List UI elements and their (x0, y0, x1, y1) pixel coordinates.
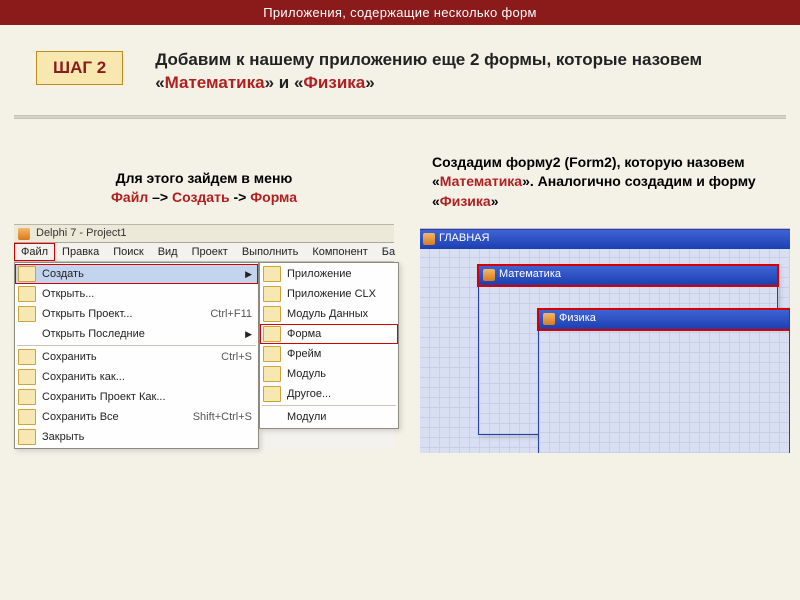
mi-label: Фрейм (287, 348, 392, 360)
mi-close[interactable]: Закрыть (15, 427, 258, 447)
heading-hl-phys: Физика (303, 73, 365, 92)
heading-hl-math: Математика (165, 73, 265, 92)
menu-separator (17, 345, 256, 346)
menu-separator (262, 405, 396, 406)
mi-open-recent[interactable]: Открыть Последние▶ (15, 324, 258, 344)
menu-edit[interactable]: Правка (55, 243, 106, 261)
sep: -> (230, 189, 251, 205)
file-dropdown: Создать▶ Открыть... Открыть Проект...Ctr… (14, 262, 259, 449)
blank-icon (263, 409, 281, 425)
left-caption-file: Файл (111, 189, 148, 205)
mi-label: Сохранить (42, 351, 207, 363)
mi-save-project-as[interactable]: Сохранить Проект Как... (15, 387, 258, 407)
titlebar-main: ГЛАВНАЯ (420, 230, 790, 249)
heading: Добавим к нашему приложению еще 2 формы,… (155, 49, 715, 95)
mi-label: Создать (42, 268, 245, 280)
mi-save-as[interactable]: Сохранить как... (15, 367, 258, 387)
smi-clx[interactable]: Приложение CLX (260, 284, 398, 304)
heading-text3: » (365, 73, 374, 92)
app-clx-icon (263, 286, 281, 302)
columns: Для этого зайдем в меню Файл –> Создать … (0, 119, 800, 453)
save-icon (18, 349, 36, 365)
left-column: Для этого зайдем в меню Файл –> Создать … (14, 153, 394, 453)
rcap-t3: » (491, 193, 499, 209)
mi-label: Сохранить как... (42, 371, 252, 383)
mi-label: Приложение (287, 268, 392, 280)
left-caption-form: Форма (250, 189, 297, 205)
unit-icon (263, 366, 281, 382)
mi-label: Приложение CLX (287, 288, 392, 300)
menu-ba[interactable]: Ба (375, 243, 402, 261)
smi-form[interactable]: Форма (260, 324, 398, 344)
datamodule-icon (263, 306, 281, 322)
step-badge: ШАГ 2 (36, 51, 123, 85)
mi-label: Открыть... (42, 288, 252, 300)
other-icon (263, 386, 281, 402)
mi-label: Другое... (287, 388, 392, 400)
shortcut: Ctrl+S (207, 351, 252, 363)
left-caption: Для этого зайдем в меню Файл –> Создать … (14, 153, 394, 224)
blank-icon (18, 326, 36, 342)
open-icon (18, 286, 36, 302)
sep: –> (148, 189, 172, 205)
mi-label: Модуль Данных (287, 308, 392, 320)
slide-header: Приложения, содержащие несколько форм (0, 0, 800, 25)
shortcut: Shift+Ctrl+S (179, 411, 252, 423)
mi-label: Форма (287, 328, 392, 340)
frame-icon (263, 346, 281, 362)
smi-frame[interactable]: Фрейм (260, 344, 398, 364)
new-icon (18, 266, 36, 282)
mi-label: Открыть Проект... (42, 308, 196, 320)
chevron-right-icon: ▶ (245, 269, 252, 280)
top-row: ШАГ 2 Добавим к нашему приложению еще 2 … (0, 25, 800, 109)
mi-label: Открыть Последние (42, 328, 245, 340)
open-project-icon (18, 306, 36, 322)
smi-unit[interactable]: Модуль (260, 364, 398, 384)
smi-other[interactable]: Другое... (260, 384, 398, 404)
mi-label: Сохранить Проект Как... (42, 391, 252, 403)
chevron-right-icon: ▶ (245, 329, 252, 340)
menu-run[interactable]: Выполнить (235, 243, 305, 261)
smi-units[interactable]: Модули (260, 407, 398, 427)
close-icon (18, 429, 36, 445)
menu-component[interactable]: Компонент (305, 243, 374, 261)
ide-titlebar: Delphi 7 - Project1 (14, 225, 394, 243)
mi-label: Модуль (287, 368, 392, 380)
right-caption: Создадим форму2 (Form2), которую назовем… (420, 153, 790, 228)
menu-file[interactable]: Файл (14, 243, 55, 261)
right-column: Создадим форму2 (Form2), которую назовем… (420, 153, 790, 453)
mi-label: Закрыть (42, 431, 252, 443)
titlebar-math: Математика (479, 266, 777, 285)
mi-open-project[interactable]: Открыть Проект...Ctrl+F11 (15, 304, 258, 324)
rcap-hl1: Математика (440, 173, 522, 189)
left-caption-line1: Для этого зайдем в меню (116, 170, 293, 186)
mi-save-all[interactable]: Сохранить ВсеShift+Ctrl+S (15, 407, 258, 427)
heading-text2: » и « (265, 73, 304, 92)
mi-label: Сохранить Все (42, 411, 179, 423)
screenshot-ide: Delphi 7 - Project1 Файл Правка Поиск Ви… (14, 224, 394, 449)
rcap-hl2: Физика (440, 193, 491, 209)
app-icon (263, 266, 281, 282)
menu-view[interactable]: Вид (151, 243, 185, 261)
form-icon (263, 326, 281, 342)
shortcut: Ctrl+F11 (196, 308, 252, 320)
mi-label: Модули (287, 411, 392, 423)
screenshot-forms: ГЛАВНАЯ Математика Физика (420, 228, 790, 453)
save-as-icon (18, 369, 36, 385)
save-all-icon (18, 409, 36, 425)
ide-menubar: Файл Правка Поиск Вид Проект Выполнить К… (14, 243, 394, 262)
smi-app[interactable]: Приложение (260, 264, 398, 284)
left-caption-create: Создать (172, 189, 230, 205)
save-project-icon (18, 389, 36, 405)
mi-save[interactable]: СохранитьCtrl+S (15, 347, 258, 367)
mi-create[interactable]: Создать▶ (15, 264, 258, 284)
titlebar-phys: Физика (539, 310, 789, 329)
menu-search[interactable]: Поиск (106, 243, 150, 261)
smi-datamodule[interactable]: Модуль Данных (260, 304, 398, 324)
mi-open[interactable]: Открыть... (15, 284, 258, 304)
menus-wrap: Создать▶ Открыть... Открыть Проект...Ctr… (14, 262, 394, 449)
menu-project[interactable]: Проект (185, 243, 235, 261)
window-phys[interactable]: Физика (538, 309, 790, 453)
create-submenu: Приложение Приложение CLX Модуль Данных … (259, 262, 399, 429)
